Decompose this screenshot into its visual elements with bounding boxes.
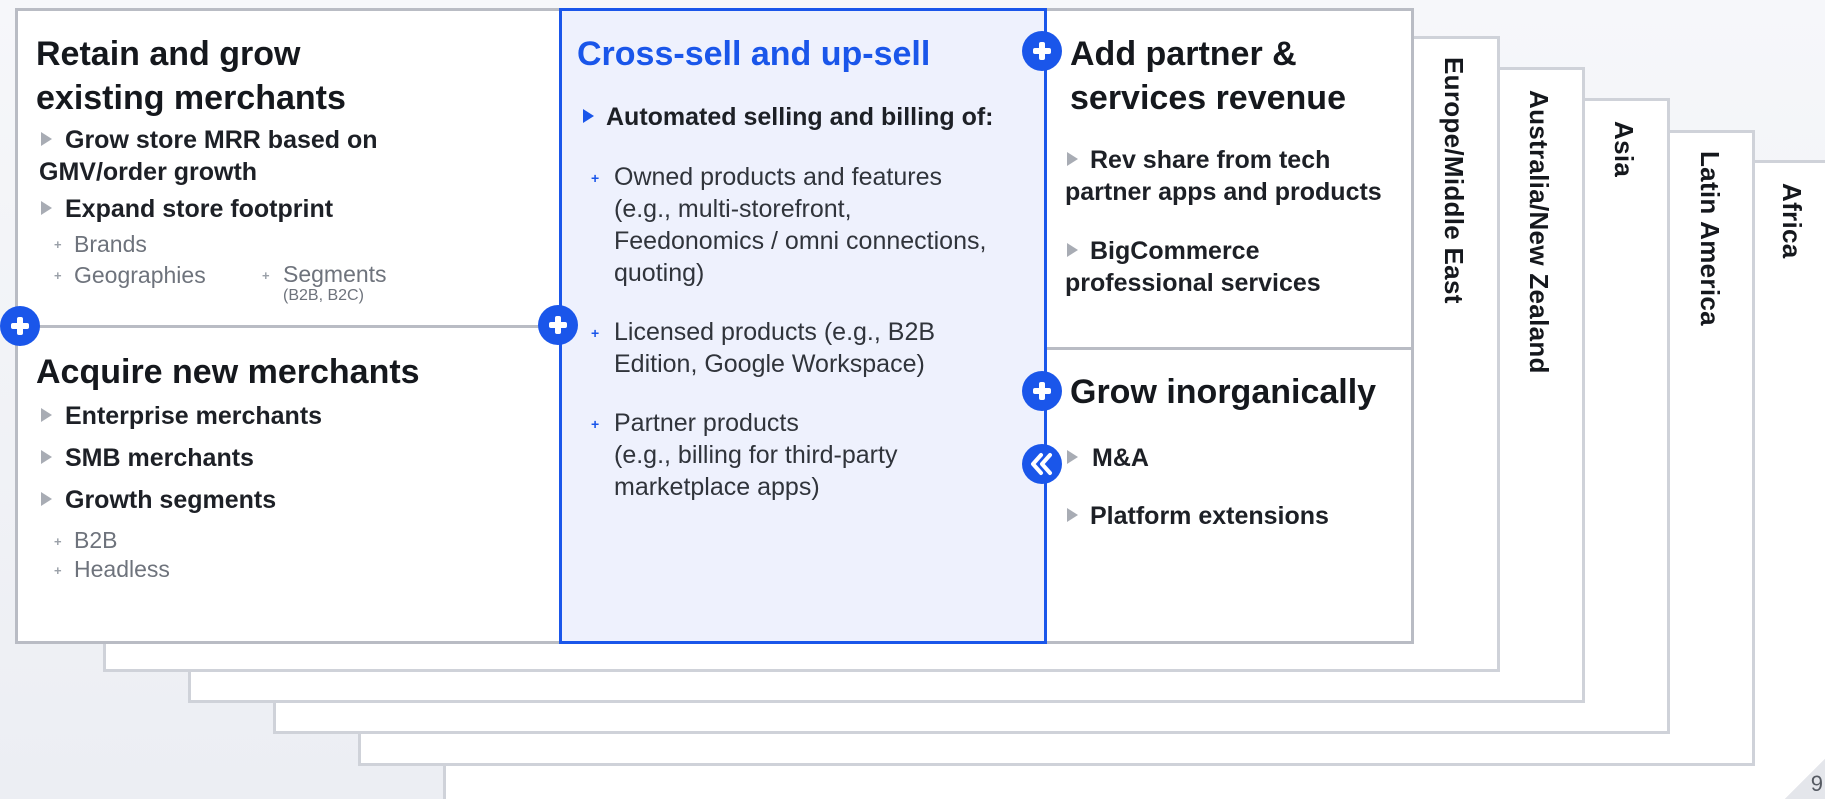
crosssell-item2-line1: Licensed products (e.g., B2B bbox=[614, 318, 936, 346]
acquire-bullet-growth: Growth segments bbox=[65, 486, 277, 514]
left-divider bbox=[18, 325, 559, 328]
acquire-sub-b2b: B2B bbox=[74, 527, 118, 553]
plus-icon bbox=[538, 305, 578, 345]
crosssell-item1-line2: (e.g., multi-storefront, bbox=[614, 195, 852, 223]
region-label-asia: Asia bbox=[1609, 121, 1639, 178]
plus-icon bbox=[0, 306, 40, 346]
retain-bullet-mrr-line2: GMV/order growth bbox=[39, 158, 258, 186]
retain-sub-geographies: Geographies bbox=[74, 262, 206, 288]
bullet-marker bbox=[1067, 450, 1078, 464]
acquire-title: Acquire new merchants bbox=[36, 353, 420, 391]
bullet-marker bbox=[583, 109, 594, 123]
crosssell-item2-line2: Edition, Google Workspace) bbox=[614, 350, 925, 378]
partner-bullet-revshare-line2: partner apps and products bbox=[1065, 178, 1382, 206]
item-marker: + bbox=[591, 170, 600, 186]
retain-title-line1: Retain and grow bbox=[36, 35, 301, 73]
acquire-bullet-enterprise: Enterprise merchants bbox=[65, 402, 323, 430]
region-label-latam: Latin America bbox=[1695, 151, 1725, 326]
crosssell-item3-line1: Partner products bbox=[614, 409, 799, 437]
bullet-marker bbox=[1067, 508, 1078, 522]
bullet-marker bbox=[41, 408, 52, 422]
sub-marker: + bbox=[262, 268, 270, 283]
region-label-africa: Africa bbox=[1777, 183, 1807, 259]
bullet-marker bbox=[1067, 152, 1078, 166]
double-chevron-left-glyph bbox=[1031, 453, 1052, 475]
crosssell-item3-line3: marketplace apps) bbox=[614, 473, 820, 501]
partner-bullet-services-line2: professional services bbox=[1065, 269, 1321, 297]
inorganic-title: Grow inorganically bbox=[1070, 373, 1377, 411]
bullet-marker bbox=[41, 201, 52, 215]
crosssell-item3-line2: (e.g., billing for third-party bbox=[614, 441, 898, 469]
sub-marker: + bbox=[54, 563, 62, 578]
partner-title-line1: Add partner & bbox=[1070, 35, 1297, 73]
retain-sub-segments-note: (B2B, B2C) bbox=[283, 287, 364, 304]
plus-icon bbox=[1022, 31, 1062, 71]
bullet-marker bbox=[1067, 243, 1078, 257]
inorganic-bullet-platform: Platform extensions bbox=[1090, 502, 1329, 530]
crosssell-lead: Automated selling and billing of: bbox=[606, 103, 994, 131]
inorganic-bullet-ma: M&A bbox=[1092, 444, 1149, 472]
plus-icon bbox=[1022, 371, 1062, 411]
region-label-anz: Australia/New Zealand bbox=[1524, 90, 1554, 374]
partner-bullet-revshare-line1: Rev share from tech bbox=[1090, 146, 1331, 174]
retain-bullet-footprint: Expand store footprint bbox=[65, 195, 334, 223]
region-label-emea: Europe/Middle East bbox=[1439, 57, 1469, 304]
partner-title-line2: services revenue bbox=[1070, 79, 1346, 117]
bullet-marker bbox=[41, 492, 52, 506]
item-marker: + bbox=[591, 416, 600, 432]
acquire-bullet-smb: SMB merchants bbox=[65, 444, 254, 472]
strategy-card: Retain and grow existing merchants Grow … bbox=[15, 8, 1414, 644]
sub-marker: + bbox=[54, 268, 62, 283]
crosssell-item1-line1: Owned products and features bbox=[614, 163, 942, 191]
retain-bullet-mrr-line1: Grow store MRR based on bbox=[65, 126, 378, 154]
retain-sub-brands: Brands bbox=[74, 231, 147, 257]
acquire-sub-headless: Headless bbox=[74, 556, 170, 582]
partner-bullet-services-line1: BigCommerce bbox=[1090, 237, 1260, 265]
crosssell-title: Cross-sell and up-sell bbox=[577, 35, 931, 73]
sub-marker: + bbox=[54, 534, 62, 549]
crosssell-item1-line3: Feedonomics / omni connections, bbox=[614, 227, 987, 255]
bullet-marker bbox=[41, 450, 52, 464]
sub-marker: + bbox=[54, 237, 62, 252]
page-number: 9 bbox=[1810, 771, 1823, 796]
crosssell-item1-line4: quoting) bbox=[614, 259, 705, 287]
slide: Africa Latin America Asia Australia/New … bbox=[0, 0, 1825, 799]
retain-sub-segments: Segments bbox=[283, 261, 387, 287]
item-marker: + bbox=[591, 325, 600, 341]
retain-title-line2: existing merchants bbox=[36, 79, 346, 117]
right-divider bbox=[1047, 347, 1414, 350]
double-chevron-left-icon bbox=[1022, 444, 1062, 484]
bullet-marker bbox=[41, 132, 52, 146]
